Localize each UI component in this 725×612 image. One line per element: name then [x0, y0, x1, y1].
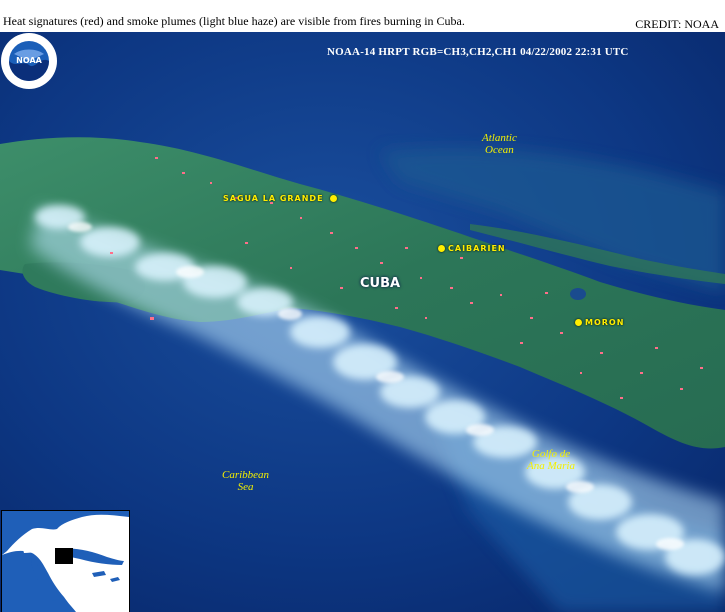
golfo-label-line2: Ana Maria — [527, 460, 575, 472]
golfo-ana-maria-label: Golfo de Ana Maria — [527, 448, 575, 472]
country-label-cuba: CUBA — [360, 276, 401, 291]
header: Heat signatures (red) and smoke plumes (… — [0, 0, 725, 32]
noaa-logo-text: NOAA — [16, 56, 42, 65]
atlantic-ocean-label: Atlantic Ocean — [482, 132, 517, 156]
city-label: SAGUA LA GRANDE — [223, 194, 324, 203]
lagoon — [570, 288, 586, 300]
city-caibarien: CAIBARIEN — [438, 244, 506, 253]
city-marker-icon — [329, 195, 337, 202]
image-credit: CREDIT: NOAA — [635, 17, 719, 31]
city-sagua-la-grande: SAGUA LA GRANDE — [223, 194, 337, 203]
locator-inset-map — [1, 510, 130, 612]
city-marker-icon — [438, 245, 445, 252]
satellite-info: NOAA-14 HRPT RGB=CH3,CH2,CH1 04/22/2002 … — [327, 46, 629, 58]
city-moron: MORON — [575, 318, 624, 327]
noaa-logo: NOAA — [1, 33, 57, 89]
locator-box — [55, 548, 73, 564]
caribbean-label-line2: Sea — [237, 481, 254, 493]
atlantic-label-line1: Atlantic — [482, 132, 517, 144]
caribbean-sea-label: Caribbean Sea — [222, 469, 269, 493]
city-label: MORON — [585, 318, 625, 327]
image-caption: Heat signatures (red) and smoke plumes (… — [3, 14, 465, 28]
locator-map-icon — [2, 511, 129, 612]
golfo-label-line1: Golfo de — [531, 448, 571, 460]
city-label: CAIBARIEN — [448, 244, 506, 253]
atlantic-label-line2: Ocean — [485, 144, 514, 156]
satellite-map: NOAA-14 HRPT RGB=CH3,CH2,CH1 04/22/2002 … — [0, 32, 725, 612]
caribbean-label-line1: Caribbean — [222, 469, 270, 481]
city-marker-icon — [575, 319, 582, 326]
